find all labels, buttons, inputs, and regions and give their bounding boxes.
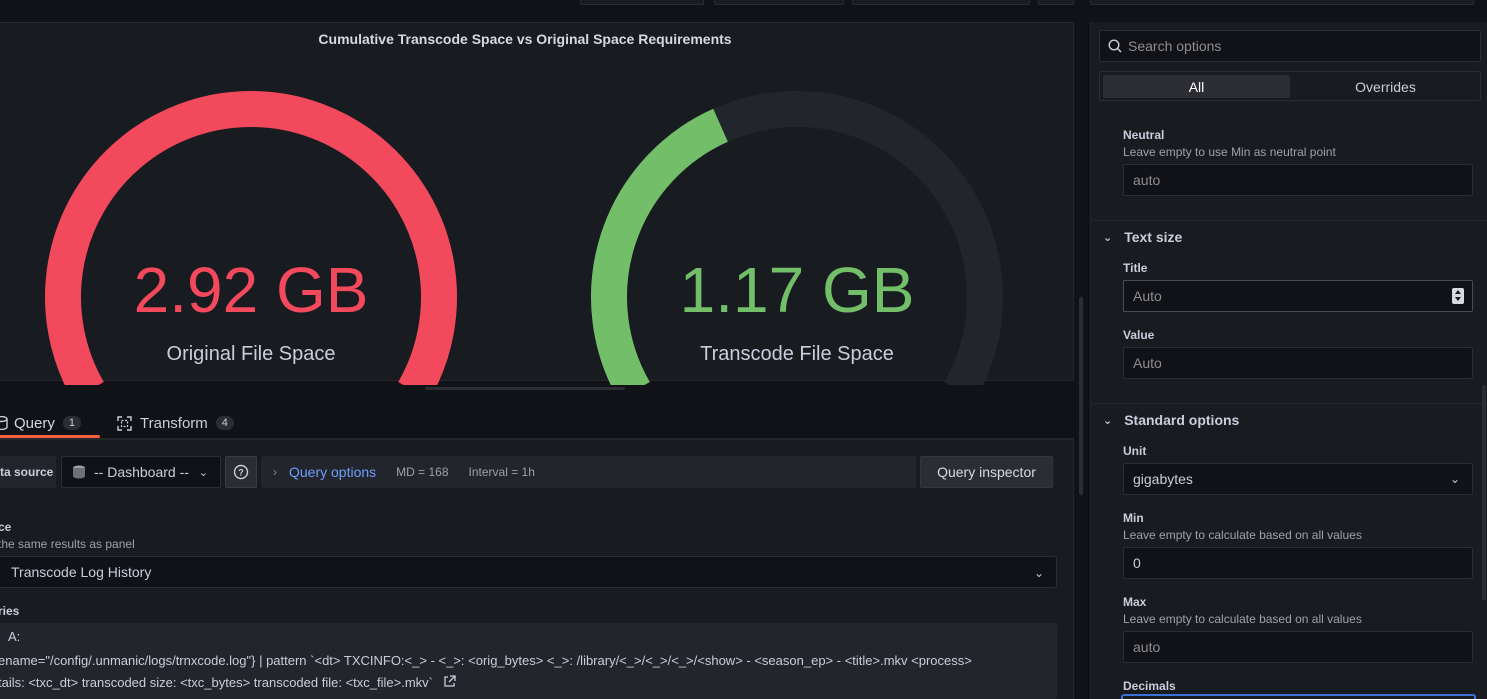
neutral-label: Neutral xyxy=(1123,128,1165,142)
min-input[interactable]: 0 xyxy=(1123,547,1473,579)
query-code-editor[interactable]: A: ename="/config/.unmanic/logs/trnxcode… xyxy=(0,623,1057,699)
external-link-icon[interactable] xyxy=(443,675,456,688)
text-size-title: Text size xyxy=(1124,229,1183,245)
tab-transform-label: Transform xyxy=(140,414,208,432)
toolbar-fragment[interactable] xyxy=(1038,0,1074,5)
gauge-label: Original File Space xyxy=(166,343,336,365)
data-source-label: ta source xyxy=(0,456,56,488)
toolbar-fragment[interactable] xyxy=(852,0,1030,5)
decimals-input[interactable] xyxy=(1121,694,1476,699)
data-source-picker[interactable]: -- Dashboard -- ⌄ xyxy=(61,456,221,488)
tab-query[interactable]: Query 1 xyxy=(0,408,81,438)
pane-resize-handle[interactable] xyxy=(425,387,625,390)
source-label: ce xyxy=(0,520,12,534)
chevron-down-icon: ⌄ xyxy=(1103,231,1113,244)
gauge-transcode: 1.17 GB Transcode File Space xyxy=(577,65,1017,385)
gauge-value: 2.92 GB xyxy=(133,254,369,326)
options-segment-control: All Overrides xyxy=(1099,71,1481,101)
section-divider xyxy=(1091,220,1487,221)
segment-all[interactable]: All xyxy=(1103,75,1290,98)
chevron-down-icon: ⌄ xyxy=(198,466,208,479)
database-icon xyxy=(0,416,8,430)
standard-options-section-toggle[interactable]: ⌄ Standard options xyxy=(1103,412,1239,428)
unit-label: Unit xyxy=(1123,444,1147,458)
query-line-1: ename="/config/.unmanic/logs/trnxcode.lo… xyxy=(0,653,972,668)
stepper-icon[interactable] xyxy=(1452,288,1464,304)
max-description: Leave empty to calculate based on all va… xyxy=(1123,612,1362,626)
gauge-label: Transcode File Space xyxy=(700,343,894,365)
min-description: Leave empty to calculate based on all va… xyxy=(1123,528,1362,542)
panel-preview: Cumulative Transcode Space vs Original S… xyxy=(0,22,1074,385)
database-icon xyxy=(73,465,85,479)
query-line-2-text: tails: <txc_dt> transcoded size: <txc_by… xyxy=(0,675,433,690)
segment-overrides[interactable]: Overrides xyxy=(1292,75,1479,98)
query-options-toggle[interactable]: › Query options MD = 168 Interval = 1h xyxy=(261,456,916,488)
neutral-description: Leave empty to use Min as neutral point xyxy=(1123,145,1336,159)
panel-title: Cumulative Transcode Space vs Original S… xyxy=(318,31,732,47)
title-size-label: Title xyxy=(1123,261,1148,275)
chevron-down-icon: ⌄ xyxy=(1103,414,1113,427)
top-toolbar-strip xyxy=(0,0,1487,6)
section-divider xyxy=(1091,403,1487,404)
max-input[interactable]: auto xyxy=(1123,631,1473,663)
svg-text:?: ? xyxy=(238,468,244,478)
tab-query-label: Query xyxy=(14,414,55,432)
title-size-placeholder: Auto xyxy=(1133,288,1162,304)
transform-icon xyxy=(117,415,132,431)
max-label: Max xyxy=(1123,595,1147,609)
query-options-label: Query options xyxy=(289,464,377,480)
chevron-right-icon: › xyxy=(273,465,277,479)
search-placeholder: Search options xyxy=(1128,38,1222,54)
gauge-transcode-arc xyxy=(591,91,1003,385)
title-size-input[interactable]: Auto xyxy=(1123,280,1473,312)
question-circle-icon: ? xyxy=(233,464,249,480)
query-id: A: xyxy=(8,629,21,644)
toolbar-fragment[interactable] xyxy=(1090,0,1474,5)
text-size-section-toggle[interactable]: ⌄ Text size xyxy=(1103,229,1182,245)
min-label: Min xyxy=(1123,511,1144,525)
search-icon xyxy=(1108,39,1122,53)
toolbar-fragment[interactable] xyxy=(580,0,704,5)
source-value: Transcode Log History xyxy=(11,564,152,580)
source-description: the same results as panel xyxy=(0,537,135,551)
standard-options-title: Standard options xyxy=(1124,412,1240,428)
toolbar-fragment[interactable] xyxy=(714,0,844,5)
tab-transform[interactable]: Transform 4 xyxy=(117,408,234,438)
editor-scrollbar[interactable] xyxy=(1079,297,1083,495)
value-size-input[interactable]: Auto xyxy=(1123,347,1473,379)
tab-query-count: 1 xyxy=(62,416,81,430)
queries-label: ries xyxy=(0,604,20,618)
options-scrollbar[interactable] xyxy=(1482,385,1486,600)
unit-value: gigabytes xyxy=(1133,471,1193,487)
chevron-down-icon: ⌄ xyxy=(1033,566,1044,580)
gauge-original: 2.92 GB Original File Space xyxy=(31,65,471,385)
gauge-original-arc xyxy=(45,91,457,385)
interval-value: Interval = 1h xyxy=(468,465,535,479)
source-select[interactable]: Transcode Log History ⌄ xyxy=(0,556,1057,588)
help-button[interactable]: ? xyxy=(225,456,257,488)
query-line-2: tails: <txc_dt> transcoded size: <txc_by… xyxy=(0,675,456,690)
query-inspector-button[interactable]: Query inspector xyxy=(920,456,1053,488)
value-size-label: Value xyxy=(1123,328,1155,342)
decimals-label: Decimals xyxy=(1123,679,1176,693)
unit-select[interactable]: gigabytes ⌄ xyxy=(1123,463,1473,495)
max-data-points: MD = 168 xyxy=(396,465,449,479)
chevron-down-icon: ⌄ xyxy=(1449,472,1460,486)
gauge-value: 1.17 GB xyxy=(679,254,915,326)
neutral-input[interactable]: auto xyxy=(1123,164,1473,196)
search-options-input[interactable]: Search options xyxy=(1099,30,1481,62)
data-source-value: -- Dashboard -- xyxy=(94,464,189,480)
tab-transform-count: 4 xyxy=(215,416,234,430)
